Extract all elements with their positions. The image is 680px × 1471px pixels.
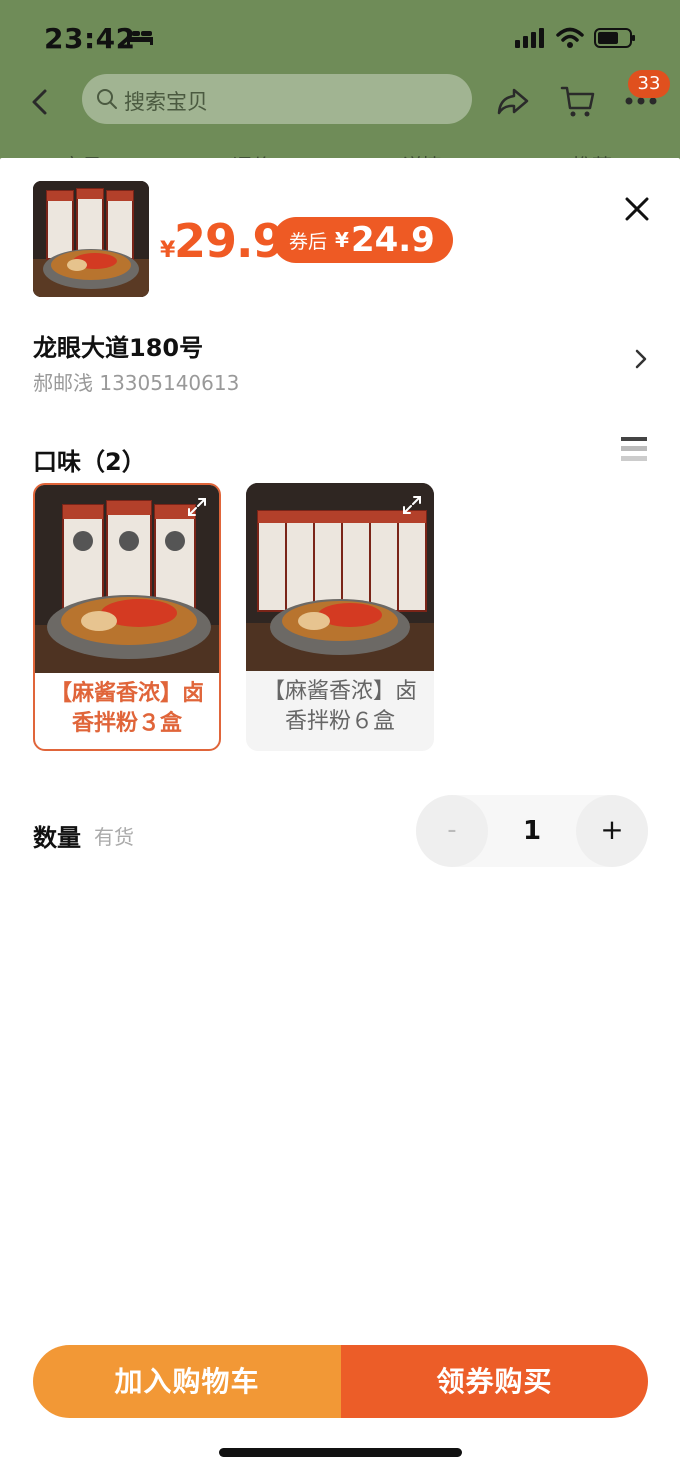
flavor-option-image (246, 483, 434, 671)
status-bar: 23:42 (0, 0, 680, 76)
coupon-currency: ¥ (335, 228, 349, 252)
top-nav-bar: 搜索宝贝 33 (0, 70, 680, 130)
purchase-action-bar: 加入购物车 领券购买 (33, 1345, 648, 1418)
coupon-price: 24.9 (350, 220, 435, 260)
product-price: 29.9 (174, 214, 284, 268)
product-image (33, 181, 149, 297)
search-input[interactable]: 搜索宝贝 (82, 74, 472, 124)
notification-badge: 33 (628, 70, 670, 98)
list-view-icon[interactable] (620, 436, 648, 464)
quantity-stepper: - 1 + (416, 795, 648, 867)
expand-image-icon[interactable] (402, 495, 422, 515)
coupon-price-badge: 券后 ¥ 24.9 (273, 217, 453, 263)
wifi-icon (556, 27, 584, 48)
add-to-cart-button[interactable]: 加入购物车 (33, 1345, 341, 1418)
quantity-label: 数量 (33, 824, 81, 852)
chevron-right-icon (635, 349, 647, 369)
stock-status: 有货 (94, 825, 134, 849)
cart-icon[interactable] (560, 84, 596, 118)
sleep-mode-icon (127, 29, 153, 45)
coupon-label: 券后 (289, 230, 328, 253)
flavor-option-3-boxes[interactable]: 【麻酱香浓】卤香拌粉３盒 (33, 483, 221, 751)
search-icon (97, 89, 117, 109)
address-contact: 郝邮浅 13305140613 (33, 371, 240, 395)
decrease-quantity-button[interactable]: - (416, 795, 488, 867)
home-indicator[interactable] (219, 1448, 462, 1457)
expand-image-icon[interactable] (187, 497, 207, 517)
flavor-section-title: 口味（2） (33, 448, 146, 476)
cellular-signal-icon (515, 28, 544, 48)
flavor-option-label: 【麻酱香浓】卤香拌粉６盒 (262, 679, 417, 734)
quantity-value[interactable]: 1 (488, 795, 576, 867)
flavor-option-label: 【麻酱香浓】卤香拌粉３盒 (49, 681, 204, 736)
increase-quantity-button[interactable]: + (576, 795, 648, 867)
product-thumbnail[interactable] (33, 181, 149, 297)
close-icon[interactable] (624, 196, 650, 222)
flavor-option-6-boxes[interactable]: 【麻酱香浓】卤香拌粉６盒 (246, 483, 434, 751)
buy-with-coupon-button[interactable]: 领券购买 (341, 1345, 648, 1418)
back-arrow-icon[interactable] (28, 88, 52, 116)
battery-icon (594, 28, 635, 48)
status-time: 23:42 (44, 22, 136, 55)
address-line: 龙眼大道180号 (33, 334, 204, 362)
search-placeholder: 搜索宝贝 (124, 90, 208, 114)
share-icon[interactable] (496, 86, 530, 118)
flavor-option-image (35, 485, 219, 673)
sku-selection-sheet: ¥ 29.9 券后 ¥ 24.9 龙眼大道180号 郝邮浅 1330514061… (0, 158, 680, 1471)
